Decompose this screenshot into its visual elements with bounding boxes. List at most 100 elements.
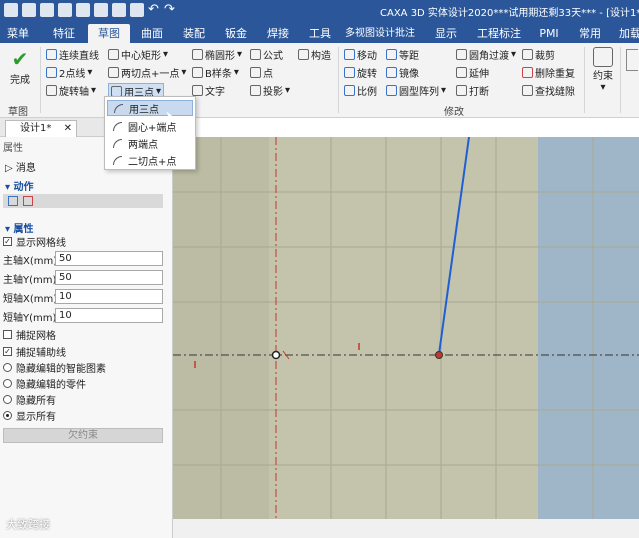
rotate-tool[interactable]: 旋转 bbox=[344, 65, 377, 80]
minor-x-field: 短轴X(mm) 10 bbox=[0, 289, 170, 305]
arc-icon bbox=[114, 103, 123, 113]
menu-item-two-end[interactable]: 两端点 bbox=[107, 135, 193, 151]
sketch-view bbox=[173, 137, 639, 519]
delete-duplicate-tool[interactable]: 删除重复 bbox=[522, 65, 575, 80]
tab-menu[interactable]: 菜单 bbox=[2, 24, 34, 43]
checkbox-unchecked-icon bbox=[3, 329, 12, 339]
tab-common[interactable]: 常用 bbox=[574, 24, 606, 43]
open-file-icon[interactable] bbox=[40, 3, 54, 17]
text-tool[interactable]: 文字 bbox=[192, 83, 225, 98]
ellipse-tool[interactable]: 椭圆形 ▾ bbox=[192, 47, 242, 62]
find-gap-tool[interactable]: 查找缝隙 bbox=[522, 83, 575, 98]
minor-x-input[interactable]: 10 bbox=[55, 289, 163, 304]
checkmark-icon: ✔ bbox=[11, 47, 29, 71]
line-icon bbox=[46, 49, 57, 60]
cut-icon[interactable] bbox=[94, 3, 108, 17]
extend-tool[interactable]: 延伸 bbox=[456, 65, 489, 80]
two-tangent-tool[interactable]: 两切点+一点 ▾ bbox=[108, 65, 186, 80]
watermark: 大致跨接 bbox=[6, 518, 50, 531]
bspline-icon bbox=[192, 67, 203, 78]
tab-tools[interactable]: 工具 bbox=[304, 24, 336, 43]
circular-array-tool[interactable]: 圆型阵列 ▾ bbox=[386, 83, 446, 98]
rotate-axis-icon bbox=[46, 85, 57, 96]
chevron-down-icon: ▾ bbox=[5, 182, 11, 193]
radio-hide-all[interactable]: 隐藏所有 bbox=[3, 392, 168, 407]
minor-y-input[interactable]: 10 bbox=[55, 308, 163, 323]
constraint-button[interactable]: 约束 ▾ bbox=[590, 47, 616, 95]
bspline-tool[interactable]: B样条 ▾ bbox=[192, 65, 239, 80]
major-y-input[interactable]: 50 bbox=[55, 270, 163, 285]
cancel-icon[interactable] bbox=[23, 196, 33, 206]
arc-icon bbox=[113, 121, 122, 131]
new-file-icon[interactable] bbox=[22, 3, 36, 17]
offset-icon bbox=[386, 49, 397, 60]
redo-icon[interactable]: ↷ bbox=[164, 3, 178, 17]
continuous-line-tool[interactable]: 连续直线 bbox=[46, 47, 99, 62]
tab-feature[interactable]: 特征 bbox=[48, 24, 80, 43]
ribbon-panel: ✔ 完成 草图 连续直线 2点线 ▾ 旋转轴 ▾ 中心矩形 ▾ 两切点+一点 ▾… bbox=[0, 43, 639, 118]
message-section[interactable]: ▷ 消息 bbox=[5, 159, 36, 174]
rotate-icon bbox=[344, 67, 355, 78]
unconstrained-button[interactable]: 欠约束 bbox=[3, 428, 163, 443]
tab-display[interactable]: 显示 bbox=[430, 24, 462, 43]
tab-pmi[interactable]: PMI bbox=[532, 24, 566, 43]
undo-icon[interactable]: ↶ bbox=[148, 3, 162, 17]
project-tool[interactable]: 投影 ▾ bbox=[250, 83, 290, 98]
tab-sketch[interactable]: 草图 bbox=[88, 24, 130, 43]
fillet-tool[interactable]: 圆角过渡 ▾ bbox=[456, 47, 516, 62]
close-icon[interactable]: ✕ bbox=[64, 121, 72, 137]
circle-icon bbox=[108, 67, 119, 78]
move-icon bbox=[344, 49, 355, 60]
menu-item-center-end[interactable]: 圆心+端点 bbox=[107, 118, 193, 134]
action-section[interactable]: ▾ 动作 bbox=[5, 178, 34, 193]
text-icon bbox=[192, 85, 203, 96]
move-tool[interactable]: 移动 bbox=[344, 47, 377, 62]
snap-aux-checkbox[interactable]: ✓ 捕捉辅助线 bbox=[3, 344, 168, 359]
radio-hide-part[interactable]: 隐藏编辑的零件 bbox=[3, 376, 168, 391]
save-icon[interactable] bbox=[58, 3, 72, 17]
major-x-input[interactable]: 50 bbox=[55, 251, 163, 266]
tab-sheetmetal[interactable]: 钣金 bbox=[220, 24, 252, 43]
show-grid-checkbox[interactable]: ✓ 显示网格线 bbox=[3, 234, 168, 249]
menu-item-two-tangent[interactable]: 二切点+点 bbox=[107, 152, 193, 168]
construct-tool[interactable]: 构造 bbox=[298, 47, 331, 62]
tab-annotation[interactable]: 多视图设计批注 bbox=[344, 24, 416, 43]
apply-icon[interactable] bbox=[8, 196, 18, 206]
snap-grid-checkbox[interactable]: 捕捉网格 bbox=[3, 327, 168, 342]
paste-icon[interactable] bbox=[130, 3, 144, 17]
tab-load[interactable]: 加载 bbox=[614, 24, 639, 43]
copy-icon[interactable] bbox=[112, 3, 126, 17]
print-icon[interactable] bbox=[76, 3, 90, 17]
ribbon-overflow-icon[interactable] bbox=[626, 49, 638, 71]
center-rect-tool[interactable]: 中心矩形 ▾ bbox=[108, 47, 168, 62]
ribbon-tabs: 菜单 特征 草图 曲面 装配 钣金 焊接 工具 多视图设计批注 显示 工程标注 … bbox=[0, 22, 639, 43]
radio-show-all[interactable]: 显示所有 bbox=[3, 408, 168, 423]
equidistant-tool[interactable]: 等距 bbox=[386, 47, 419, 62]
mirror-tool[interactable]: 镜像 bbox=[386, 65, 419, 80]
tab-assembly[interactable]: 装配 bbox=[178, 24, 210, 43]
rotate-axis-tool[interactable]: 旋转轴 ▾ bbox=[46, 83, 96, 98]
construct-icon bbox=[298, 49, 309, 60]
group-label-sketch: 草图 bbox=[8, 107, 28, 118]
arc-dropdown-menu: 用三点 圆心+端点 两端点 二切点+点 bbox=[104, 96, 196, 170]
scale-icon bbox=[344, 85, 355, 96]
point-tool[interactable]: 点 bbox=[250, 65, 273, 80]
tab-surface[interactable]: 曲面 bbox=[136, 24, 168, 43]
tab-engineering[interactable]: 工程标注 bbox=[474, 24, 524, 43]
radio-icon bbox=[3, 362, 12, 372]
project-icon bbox=[250, 85, 261, 96]
trim-tool[interactable]: 裁剪 bbox=[522, 47, 555, 62]
two-point-line-tool[interactable]: 2点线 ▾ bbox=[46, 65, 92, 80]
tab-welding[interactable]: 焊接 bbox=[262, 24, 294, 43]
finish-button[interactable]: ✔ 完成 bbox=[4, 47, 36, 93]
formula-tool[interactable]: 公式 bbox=[250, 47, 283, 62]
radio-hide-smart[interactable]: 隐藏编辑的智能图素 bbox=[3, 360, 168, 375]
fillet-icon bbox=[456, 49, 467, 60]
scale-tool[interactable]: 比例 bbox=[344, 83, 377, 98]
sketch-canvas[interactable] bbox=[173, 137, 639, 519]
break-tool[interactable]: 打断 bbox=[456, 83, 489, 98]
menu-item-three-point[interactable]: 用三点 bbox=[107, 100, 193, 116]
line-endpoint bbox=[435, 351, 443, 359]
window-title: CAXA 3D 实体设计2020***试用期还剩33天*** - [设计1*] bbox=[380, 8, 639, 19]
doc-tab-design1[interactable]: 设计1* ✕ bbox=[5, 120, 77, 137]
